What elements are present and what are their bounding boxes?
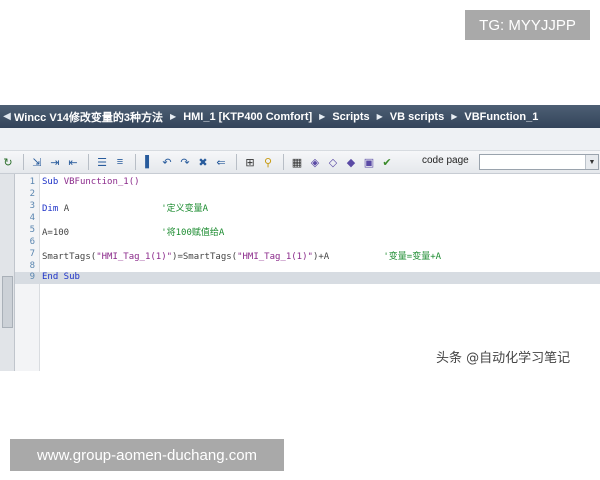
code-line[interactable]: 5 A=100 '将100赋值给A <box>15 225 600 238</box>
code-text: Sub VBFunction_1() <box>42 177 140 187</box>
line-number: 3 <box>29 201 35 211</box>
bookmark-icon[interactable]: ▌ <box>141 154 157 170</box>
toolbar-separator <box>283 154 284 170</box>
editor-toolbar: ↻ ⇲ ⇥ ⇤ ☰ ≡ ▌ ↶ ↷ ✖ ⇐ ⊞ ⚲ ▦ ◈ ◇ ◆ ▣ ✔ co… <box>0 151 600 174</box>
chevron-down-icon[interactable]: ▼ <box>585 155 598 169</box>
code-token: End Sub <box>42 272 80 282</box>
tag-list-icon[interactable]: ◇ <box>325 154 341 170</box>
screen-icon[interactable]: ▣ <box>361 154 377 170</box>
prev-bookmark-icon[interactable]: ↶ <box>159 154 175 170</box>
tab-gap <box>0 128 600 151</box>
chevron-right-icon: ▶ <box>451 112 458 121</box>
code-line[interactable]: 4 <box>15 213 600 225</box>
watermark-bottom: www.group-aomen-duchang.com <box>10 439 284 471</box>
line-number: 4 <box>29 213 35 223</box>
align-left-icon[interactable]: ☰ <box>94 154 110 170</box>
toolbar-separator <box>236 154 237 170</box>
outdent-icon[interactable]: ⇤ <box>65 154 81 170</box>
check-icon[interactable]: ✔ <box>379 154 395 170</box>
code-token: VBFunction_1() <box>63 177 140 187</box>
code-line[interactable]: 9 End Sub <box>15 272 600 284</box>
line-number: 8 <box>29 261 35 271</box>
line-number: 1 <box>29 177 35 187</box>
breadcrumb: ◀ Wincc V14修改变量的3种方法 ▶ HMI_1 [KTP400 Comf… <box>0 105 600 128</box>
code-editor[interactable]: 1 Sub VBFunction_1() 2 3 Dim A '定义变量A 4 5 A=100… <box>15 174 600 371</box>
script-editor-window: ◀ Wincc V14修改变量的3种方法 ▶ HMI_1 [KTP400 Comf… <box>0 105 600 371</box>
chevron-right-icon: ▶ <box>376 112 383 121</box>
source-credit: 头条 @自动化学习笔记 <box>436 347 571 366</box>
clear-bookmarks-icon[interactable]: ✖ <box>195 154 211 170</box>
code-line[interactable]: 7 SmartTags("HMI_Tag_1(1)")=SmartTags("HM… <box>15 249 600 262</box>
breadcrumb-item-vb-scripts[interactable]: VB scripts ▶ <box>390 111 465 123</box>
table-icon[interactable]: ▦ <box>289 154 305 170</box>
breadcrumb-item-function[interactable]: VBFunction_1 <box>464 111 538 123</box>
chevron-right-icon: ▶ <box>170 112 177 121</box>
code-page-label: code page <box>422 155 469 166</box>
code-text: End Sub <box>42 272 80 282</box>
tag-icon[interactable]: ◈ <box>307 154 323 170</box>
code-page-select[interactable]: ▼ <box>479 154 599 170</box>
code-line[interactable]: 3 Dim A '定义变量A <box>15 201 600 214</box>
code-line[interactable]: 6 <box>15 237 600 249</box>
line-number: 5 <box>29 225 35 235</box>
indent-icon[interactable]: ⇥ <box>47 154 63 170</box>
align-right-icon[interactable]: ≡ <box>112 154 128 170</box>
object-icon[interactable]: ◆ <box>343 154 359 170</box>
code-token: Sub <box>42 177 64 187</box>
chevron-right-icon: ▶ <box>319 112 326 121</box>
line-number: 2 <box>29 189 35 199</box>
code-line[interactable]: 1 Sub VBFunction_1() <box>15 177 600 189</box>
left-scrollbar[interactable] <box>2 276 13 328</box>
line-number: 6 <box>29 237 35 247</box>
left-side-panel <box>0 174 15 371</box>
next-bookmark-icon[interactable]: ↷ <box>177 154 193 170</box>
line-number: 9 <box>29 272 35 282</box>
collapse-left-icon[interactable]: ◀ <box>0 105 14 128</box>
breadcrumb-item-project[interactable]: Wincc V14修改变量的3种方法 ▶ <box>14 109 183 125</box>
find-icon[interactable]: ⚲ <box>260 154 276 170</box>
line-number: 7 <box>29 249 35 259</box>
code-line[interactable]: 2 <box>15 189 600 201</box>
watermark-top: TG: MYYJJPP <box>465 10 590 40</box>
toolbar-separator <box>135 154 136 170</box>
breadcrumb-item-scripts[interactable]: Scripts ▶ <box>332 111 389 123</box>
sync-icon[interactable]: ↻ <box>0 154 16 170</box>
toolbar-separator <box>23 154 24 170</box>
insert-icon[interactable]: ⊞ <box>242 154 258 170</box>
comment-icon[interactable]: ⇐ <box>213 154 229 170</box>
breadcrumb-item-device[interactable]: HMI_1 [KTP400 Comfort] ▶ <box>183 111 332 123</box>
toolbar-separator <box>88 154 89 170</box>
compile-icon[interactable]: ⇲ <box>29 154 45 170</box>
